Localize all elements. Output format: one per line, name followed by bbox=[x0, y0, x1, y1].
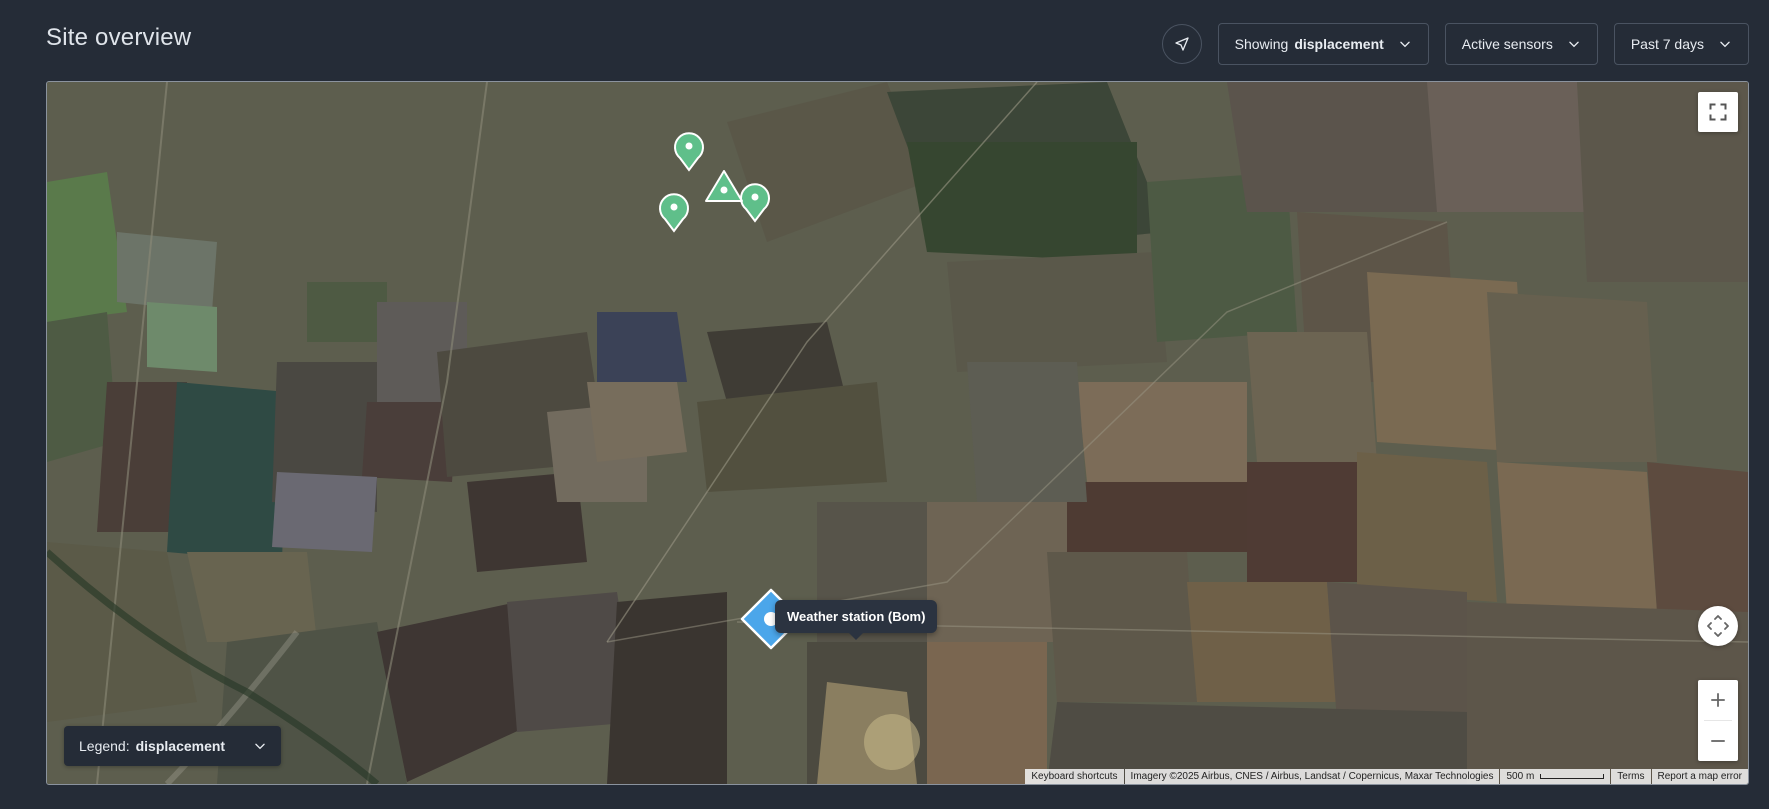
toolbar: Showing displacement Active sensors Past… bbox=[1161, 23, 1749, 65]
fullscreen-button[interactable] bbox=[1698, 92, 1738, 132]
display-filter-prefix: Showing bbox=[1234, 36, 1289, 52]
fullscreen-icon bbox=[1709, 103, 1727, 121]
sensor-filter-label: Active sensors bbox=[1461, 36, 1553, 52]
sensor-filter-dropdown[interactable]: Active sensors bbox=[1444, 23, 1598, 65]
report-error-link[interactable]: Report a map error bbox=[1651, 769, 1748, 784]
time-filter-dropdown[interactable]: Past 7 days bbox=[1613, 23, 1749, 65]
pan-arrows-icon bbox=[1707, 615, 1729, 637]
imagery-credit: Imagery ©2025 Airbus, CNES / Airbus, Lan… bbox=[1124, 769, 1500, 784]
chevron-down-icon bbox=[1400, 41, 1410, 48]
map-view[interactable]: Weather station (Bom) Legend: displaceme… bbox=[46, 81, 1749, 785]
pan-button[interactable] bbox=[1698, 606, 1738, 646]
minus-icon bbox=[1711, 740, 1725, 742]
map-scale[interactable]: 500 m bbox=[1500, 769, 1611, 784]
navigation-arrow-icon bbox=[1174, 37, 1189, 51]
scale-bar bbox=[1540, 773, 1605, 779]
time-filter-label: Past 7 days bbox=[1630, 36, 1704, 52]
page-title: Site overview bbox=[46, 24, 192, 51]
keyboard-shortcuts-link[interactable]: Keyboard shortcuts bbox=[1025, 769, 1124, 784]
legend-prefix: Legend: bbox=[79, 738, 130, 754]
marker-tooltip: Weather station (Bom) bbox=[775, 600, 938, 640]
zoom-controls bbox=[1698, 680, 1738, 761]
zoom-out-button[interactable] bbox=[1698, 721, 1738, 761]
legend-value: displacement bbox=[135, 738, 226, 754]
plus-icon bbox=[1711, 693, 1725, 707]
scale-label: 500 m bbox=[1506, 771, 1535, 782]
sensor-pin-marker[interactable] bbox=[672, 130, 706, 172]
display-filter-dropdown[interactable]: Showing displacement bbox=[1217, 23, 1429, 65]
zoom-in-button[interactable] bbox=[1698, 680, 1738, 720]
chevron-down-icon bbox=[255, 743, 265, 750]
chevron-down-icon bbox=[1720, 41, 1730, 48]
sensor-triangle-marker[interactable] bbox=[703, 168, 745, 204]
terms-link[interactable]: Terms bbox=[1611, 769, 1651, 784]
chevron-down-icon bbox=[1569, 41, 1579, 48]
map-attribution: Keyboard shortcuts Imagery ©2025 Airbus,… bbox=[1024, 769, 1748, 784]
legend-dropdown[interactable]: Legend: displacement bbox=[64, 726, 282, 766]
display-filter-value: displacement bbox=[1294, 36, 1384, 52]
satellite-imagery bbox=[47, 82, 1748, 784]
sensor-pin-marker[interactable] bbox=[657, 191, 691, 233]
locate-button[interactable] bbox=[1161, 24, 1202, 64]
